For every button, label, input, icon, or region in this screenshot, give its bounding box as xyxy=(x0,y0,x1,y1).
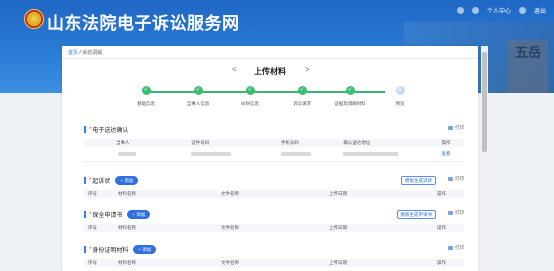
bell-icon[interactable] xyxy=(456,7,464,14)
section-preservation: * 保全申请书 + 添加 模板生成申请书 打印 序号 材料名称 文件名称 上传日期 … xyxy=(84,209,464,232)
breadcrumb: 首页 / 诉前调解 xyxy=(68,50,103,56)
section-title: 身份证明材料 xyxy=(92,248,129,254)
section-service-confirm: * 电子送达确认 打印 当事人 证件号码 手机号码 确认送达地址 操作 查看 xyxy=(84,124,464,162)
step-6: 6 预览 xyxy=(395,86,405,106)
printer-icon xyxy=(448,246,453,250)
printer-icon xyxy=(448,177,453,181)
top-links: 个人中心 退出 xyxy=(456,6,546,15)
step-2: ✓ 当事人信息 xyxy=(186,86,210,106)
preservation-table: 序号 材料名称 文件名称 上传日期 操作 xyxy=(84,224,464,232)
header-stone-tablet: 五岳 xyxy=(508,40,548,93)
check-icon: ✓ xyxy=(345,86,355,95)
section-title: 起诉状 xyxy=(92,179,111,185)
page-title: 上传材料 xyxy=(254,67,286,76)
complaint-table: 序号 材料名称 文件名称 上传日期 操作 xyxy=(84,190,464,198)
step-5: ✓ 证据及调解材料 xyxy=(334,86,366,106)
print-button[interactable]: 打印 xyxy=(448,125,464,131)
main-panel: 首页 / 诉前调解 < 上传材料 > ✓ 基础信息 ✓ 当事人信息 ✓ 纠纷信息 ✓ 诉… xyxy=(62,46,478,271)
breadcrumb-current: 诉前调解 xyxy=(82,50,103,56)
check-icon: ✓ xyxy=(141,86,151,95)
generate-application-button[interactable]: 模板生成申请书 xyxy=(396,210,436,219)
identity-table: 序号 材料名称 文件名称 上传日期 操作 xyxy=(84,259,464,267)
section-identity: * 身份证明材料 + 添加 打印 序号 材料名称 文件名称 上传日期 操作 xyxy=(84,244,464,267)
print-button[interactable]: 打印 xyxy=(448,176,464,182)
step-4: ✓ 诉讼请求 xyxy=(293,86,311,106)
add-button[interactable]: + 添加 xyxy=(127,210,151,219)
print-button[interactable]: 打印 xyxy=(448,210,464,216)
add-button[interactable]: + 添加 xyxy=(115,176,139,185)
table-row: 查看 xyxy=(84,147,464,162)
section-complaint: * 起诉状 + 添加 模板生成诉状 打印 序号 材料名称 文件名称 上传日期 操作 xyxy=(84,175,464,198)
section-title: 保全申请书 xyxy=(92,213,123,219)
breadcrumb-home[interactable]: 首页 xyxy=(68,50,78,56)
step-1: ✓ 基础信息 xyxy=(137,86,155,106)
view-link[interactable]: 查看 xyxy=(442,151,451,156)
service-table: 当事人 证件号码 手机号码 确认送达地址 操作 查看 xyxy=(84,139,464,162)
check-icon: ✓ xyxy=(245,86,255,95)
printer-icon xyxy=(448,211,453,215)
print-button[interactable]: 打印 xyxy=(448,245,464,251)
personal-center-link[interactable]: 个人中心 xyxy=(487,6,511,15)
step-number: 6 xyxy=(395,86,405,95)
court-emblem-icon xyxy=(24,9,44,29)
progress-steps: ✓ 基础信息 ✓ 当事人信息 ✓ 纠纷信息 ✓ 诉讼请求 ✓ 证据及调解材料 6 预览 xyxy=(62,86,478,116)
section-title: 电子送达确认 xyxy=(92,128,129,134)
logout-icon xyxy=(518,7,526,14)
logout-link[interactable]: 退出 xyxy=(534,6,546,15)
generate-complaint-button[interactable]: 模板生成诉状 xyxy=(401,176,436,185)
scrollbar-thumb[interactable] xyxy=(482,52,487,152)
site-title: 山东法院电子诉讼服务网 xyxy=(47,14,240,33)
user-icon xyxy=(471,7,479,14)
check-icon: ✓ xyxy=(297,86,307,95)
check-icon: ✓ xyxy=(193,86,203,95)
next-arrow-icon[interactable]: > xyxy=(305,65,310,74)
divider xyxy=(62,58,478,59)
step-3: ✓ 纠纷信息 xyxy=(241,86,259,106)
printer-icon xyxy=(448,126,453,130)
scrollbar[interactable] xyxy=(481,46,488,271)
add-button[interactable]: + 添加 xyxy=(133,245,157,254)
